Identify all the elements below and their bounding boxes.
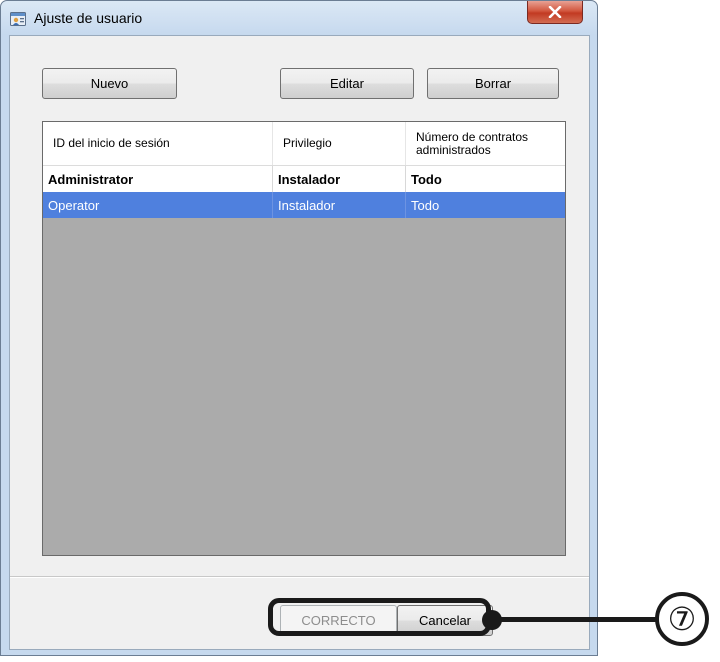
table-row-selected[interactable]: Operator Instalador Todo [43, 192, 565, 218]
callout-connector-line [500, 617, 656, 622]
callout-connector-dot [482, 610, 502, 630]
callout-highlight [268, 598, 491, 636]
users-table[interactable]: ID del inicio de sesión Privilegio Númer… [42, 121, 566, 556]
column-header-login-id[interactable]: ID del inicio de sesión [43, 122, 273, 165]
table-header: ID del inicio de sesión Privilegio Númer… [43, 122, 565, 166]
window-title: Ajuste de usuario [34, 10, 143, 26]
cell-privilege: Instalador [273, 192, 406, 218]
dialog-content: Nuevo Editar Borrar ID del inicio de ses… [9, 35, 590, 650]
edit-button[interactable]: Editar [280, 68, 414, 99]
column-header-contracts[interactable]: Número de contratos administrados [406, 122, 565, 165]
cell-contracts: Todo [411, 197, 440, 213]
close-icon [548, 6, 562, 18]
cell-privilege: Instalador [273, 166, 406, 192]
delete-button[interactable]: Borrar [427, 68, 559, 99]
column-header-privilege[interactable]: Privilegio [273, 122, 406, 165]
footer-separator [10, 576, 589, 578]
user-settings-window: Ajuste de usuario Nuevo Editar Borrar ID… [0, 0, 598, 656]
cell-login-id: Operator [43, 192, 273, 218]
title-bar[interactable]: Ajuste de usuario [1, 1, 597, 35]
close-button[interactable] [527, 1, 583, 24]
cell-login-id: Administrator [43, 166, 273, 192]
callout-marker: ⑦ [655, 592, 709, 646]
cell-contracts: Todo [411, 171, 442, 187]
table-row[interactable]: Administrator Instalador Todo [43, 166, 565, 193]
new-button[interactable]: Nuevo [42, 68, 177, 99]
user-settings-icon [10, 12, 26, 26]
callout-number: ⑦ [667, 600, 697, 638]
